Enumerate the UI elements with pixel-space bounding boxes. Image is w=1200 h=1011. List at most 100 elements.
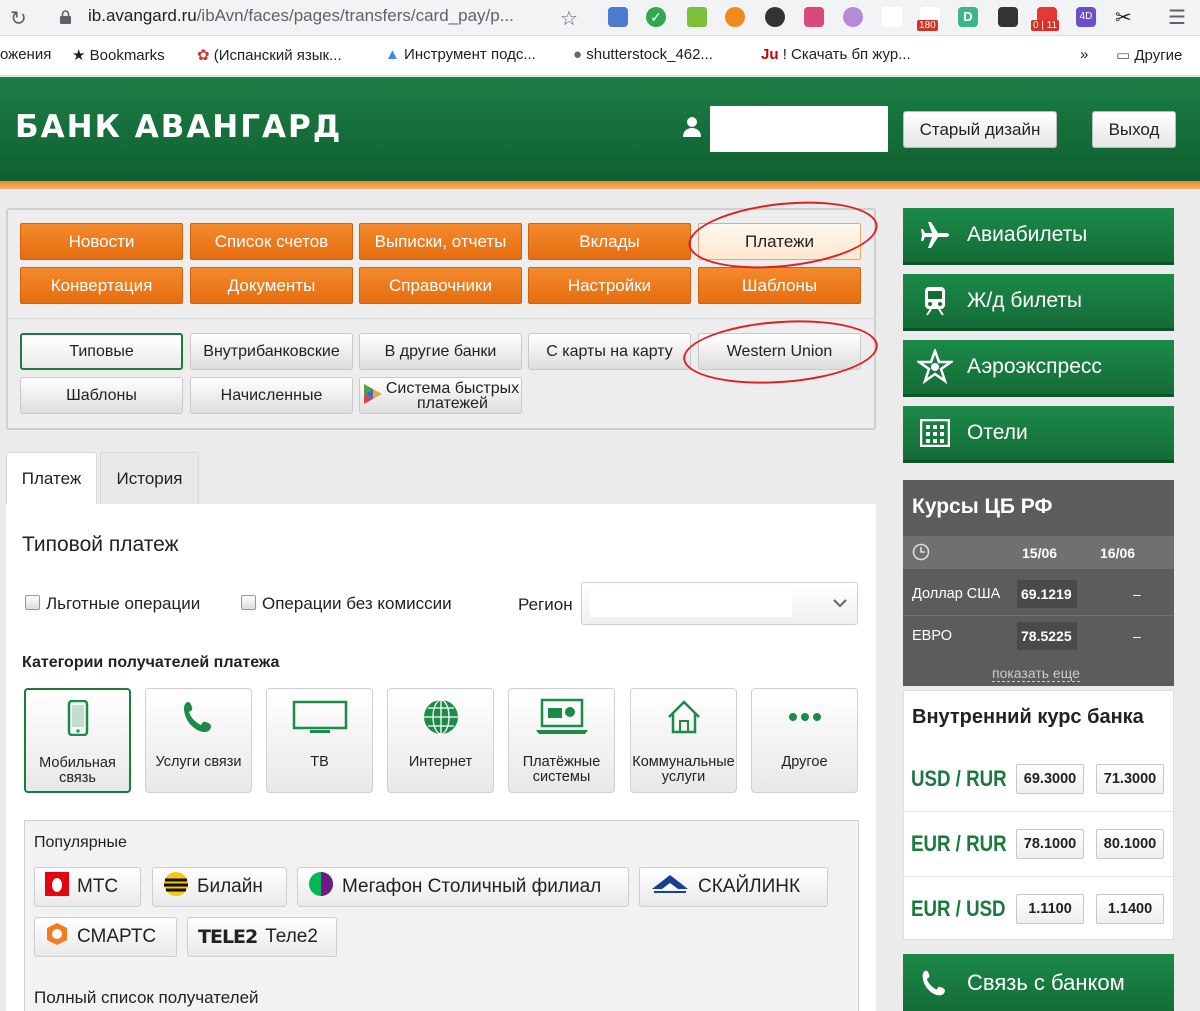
sub-intrabank[interactable]: Внутрибанковские xyxy=(190,333,353,370)
rate-date-1: 15/06 xyxy=(1022,545,1058,561)
sub-other-banks[interactable]: В другие банки xyxy=(359,333,522,370)
eur-rate-value: 78.5225 xyxy=(1017,622,1077,650)
side-aeroexpress[interactable]: Аэроэкспресс xyxy=(903,340,1174,397)
d-extension-icon[interactable]: D xyxy=(958,7,978,27)
usd-rur-sell: 71.3000 xyxy=(1096,764,1164,794)
bookmark-label: shutterstock_462... xyxy=(586,46,713,63)
orange-extension-icon[interactable] xyxy=(725,7,745,27)
scissors-extension-icon[interactable]: ✂ xyxy=(1115,5,1132,30)
ju-icon: Ju xyxy=(761,46,779,63)
preferential-checkbox[interactable] xyxy=(25,595,40,610)
side-flights[interactable]: Авиабилеты xyxy=(903,208,1174,265)
instagram-extension-icon[interactable] xyxy=(804,7,824,27)
bank-logo[interactable]: БАНК АВАНГАРД xyxy=(15,109,342,145)
logout-button[interactable]: Выход xyxy=(1092,111,1176,148)
popular-skylink[interactable]: СКАЙЛИНК xyxy=(639,867,828,907)
menu-icon[interactable]: ☰ xyxy=(1168,5,1186,30)
popular-label: Билайн xyxy=(197,876,263,897)
contact-bank-button[interactable]: Связь с банком xyxy=(903,954,1174,1011)
no-commission-checkbox[interactable] xyxy=(241,595,256,610)
side-hotels[interactable]: Отели xyxy=(903,406,1174,463)
bookmark-label: ! Скачать бп жур... xyxy=(782,46,911,63)
play-extension-icon[interactable] xyxy=(843,7,863,27)
popular-label: Теле2 xyxy=(265,926,318,947)
nav-statements[interactable]: Выписки, отчеты xyxy=(359,223,522,260)
url-text[interactable]: ib.avangard.ru/ibAvn/faces/pages/transfe… xyxy=(88,6,514,26)
sub-typical[interactable]: Типовые xyxy=(20,333,183,370)
popular-mts[interactable]: МТС xyxy=(34,867,141,907)
nav-documents[interactable]: Документы xyxy=(190,267,353,304)
category-utilities[interactable]: Коммунальные услуги xyxy=(630,688,737,793)
save-extension-icon[interactable] xyxy=(765,7,785,27)
popular-label: СКАЙЛИНК xyxy=(698,876,801,897)
nav-settings[interactable]: Настройки xyxy=(528,267,691,304)
no-commission-label: Операции без комиссии xyxy=(262,594,452,613)
bookmark-bookmarks[interactable]: ★ Bookmarks xyxy=(72,46,165,64)
show-more-link[interactable]: показать еще xyxy=(992,665,1080,682)
bookmark-other[interactable]: ▭ Другие xyxy=(1116,46,1182,64)
popular-smarts[interactable]: СМАРТС xyxy=(34,917,177,957)
popular-megafon[interactable]: Мегафон Столичный филиал xyxy=(297,867,629,907)
popular-tele2[interactable]: TELE2 Теле2 xyxy=(187,917,337,957)
old-design-button[interactable]: Старый дизайн xyxy=(903,111,1057,148)
star-icon[interactable]: ☆ xyxy=(560,6,578,31)
sub-accrued[interactable]: Начисленные xyxy=(190,377,353,414)
bookmark-tool[interactable]: ▲ Инструмент подс... xyxy=(385,46,536,63)
category-mobile[interactable]: Мобильная связь xyxy=(24,688,131,793)
4d-extension-icon[interactable]: 4D xyxy=(1076,7,1096,27)
popular-beeline[interactable]: Билайн xyxy=(152,867,287,907)
nav-divider xyxy=(8,318,874,319)
tele2-logo-icon: TELE2 xyxy=(198,926,258,948)
house-icon xyxy=(631,695,736,739)
region-value-field xyxy=(590,591,792,617)
calendar-badge: 0 | 11 xyxy=(1031,20,1060,31)
nav-templates[interactable]: Шаблоны xyxy=(698,267,861,304)
popular-label: СМАРТС xyxy=(77,926,157,947)
tab-payment[interactable]: Платеж xyxy=(6,452,97,504)
rates-divider xyxy=(903,615,1174,616)
nav-deposits[interactable]: Вклады xyxy=(528,223,691,260)
more-dots-icon xyxy=(752,695,857,739)
reload-icon[interactable]: ↻ xyxy=(10,6,27,31)
nav-conversion[interactable]: Конвертация xyxy=(20,267,183,304)
folder-icon: ▭ xyxy=(1116,47,1131,64)
sub-templates[interactable]: Шаблоны xyxy=(20,377,183,414)
category-internet[interactable]: Интернет xyxy=(387,688,494,793)
camera-extension-icon[interactable] xyxy=(608,7,628,27)
bookmark-download[interactable]: Ju ! Скачать бп жур... xyxy=(761,46,911,63)
download-extension-icon[interactable] xyxy=(687,7,707,27)
usd-rur-buy: 69.3000 xyxy=(1016,764,1084,794)
usd-rate-value: 69.1219 xyxy=(1017,580,1077,608)
lock-icon[interactable] xyxy=(60,10,71,24)
dots-extension-icon[interactable] xyxy=(882,7,902,27)
category-other[interactable]: Другое xyxy=(751,688,858,793)
full-recipients-list-link[interactable]: Полный список получателей xyxy=(34,988,259,1008)
camera2-extension-icon[interactable] xyxy=(998,7,1018,27)
side-label: Ж/д билеты xyxy=(967,289,1083,312)
phone-handset-icon xyxy=(146,695,251,739)
tv-icon xyxy=(267,695,372,739)
category-tv[interactable]: ТВ xyxy=(266,688,373,793)
sub-card-to-card[interactable]: С карты на карту xyxy=(528,333,691,370)
bookmark-label: Другие xyxy=(1134,47,1183,64)
chevron-down-icon xyxy=(833,595,847,613)
bookmark-shutterstock[interactable]: ● shutterstock_462... xyxy=(573,46,713,63)
side-train[interactable]: Ж/д билеты xyxy=(903,274,1174,331)
nav-directories[interactable]: Справочники xyxy=(359,267,522,304)
check-extension-icon[interactable]: ✓ xyxy=(646,7,666,27)
bookmark-spanish[interactable]: ✿ (Испанский язык... xyxy=(197,46,342,64)
tab-history[interactable]: История xyxy=(100,452,199,504)
nav-accounts[interactable]: Список счетов xyxy=(190,223,353,260)
bookmark-apps[interactable]: ожения xyxy=(0,46,51,63)
category-telecom[interactable]: Услуги связи xyxy=(145,688,252,793)
rate-date-2: 16/06 xyxy=(1100,545,1136,561)
bookmarks-overflow[interactable]: » xyxy=(1080,46,1088,63)
category-label: Услуги связи xyxy=(155,754,242,770)
pair-eur-rur: EUR / RUR xyxy=(911,831,1007,856)
side-label: Отели xyxy=(967,421,1028,444)
region-select[interactable] xyxy=(581,582,858,625)
category-payment-systems[interactable]: Платёжные системы xyxy=(508,688,615,793)
sub-sbp[interactable]: Система быстрых платежей xyxy=(359,377,522,414)
popular-panel xyxy=(24,820,859,1011)
nav-news[interactable]: Новости xyxy=(20,223,183,260)
